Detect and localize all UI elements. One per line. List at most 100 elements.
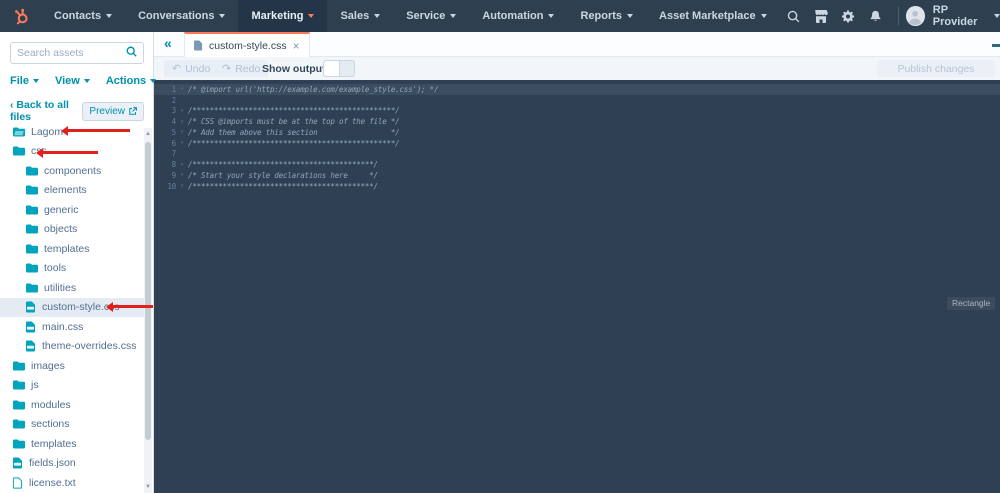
tree-item-label: utilities: [44, 281, 77, 294]
chevron-down-icon: [760, 14, 767, 18]
fold-caret-icon[interactable]: ▾: [176, 140, 188, 146]
tree-item-tools[interactable]: tools: [0, 259, 146, 279]
app-window: Contacts Conversations Marketing Sales Servi…: [0, 0, 1000, 493]
tree-item-label: license.txt: [29, 476, 76, 489]
tree-item-elements[interactable]: elements: [0, 181, 146, 201]
tree-item-fields-json[interactable]: fields.json: [0, 454, 146, 474]
tree-item-generic[interactable]: generic: [0, 200, 146, 220]
tree-item-label: fields.json: [29, 457, 76, 470]
tree-item-templates[interactable]: templates: [0, 239, 146, 259]
folder-icon: [13, 419, 25, 429]
file-txt-icon: [13, 477, 23, 489]
tree-item-license-txt[interactable]: license.txt: [0, 473, 146, 493]
tree-item-templates[interactable]: templates: [0, 434, 146, 454]
scroll-up-icon[interactable]: ▲: [144, 130, 152, 138]
tree-item-label: images: [31, 359, 65, 372]
scroll-down-icon[interactable]: ▼: [144, 483, 152, 491]
red-arrow-annotation-css: [36, 147, 98, 158]
back-to-files-link[interactable]: ‹ Back to all files: [10, 99, 82, 123]
tree-item-components[interactable]: components: [0, 161, 146, 181]
menu-file[interactable]: File: [10, 75, 39, 87]
user-menu[interactable]: RP Provider: [933, 4, 1000, 28]
nav-item-contacts[interactable]: Contacts: [41, 0, 125, 32]
fold-caret-icon[interactable]: ▾: [176, 119, 188, 125]
line-number: 8: [171, 160, 177, 170]
toggle-knob: [324, 61, 340, 76]
avatar[interactable]: [906, 6, 925, 26]
fold-caret-icon[interactable]: ▾: [176, 86, 188, 92]
code-line-5: 5 ▾/* Add them above this section */: [154, 127, 1000, 138]
tree-item-images[interactable]: images: [0, 356, 146, 376]
gear-icon[interactable]: [835, 0, 862, 32]
publish-changes-button[interactable]: Publish changes: [877, 60, 995, 77]
bell-icon[interactable]: [862, 0, 889, 32]
tree-item-label: main.css: [42, 320, 84, 333]
code-line-4: 4 ▾/* CSS @imports must be at the top of …: [154, 116, 1000, 127]
code-line-9: 9 ▾/* Start your style declarations here …: [154, 170, 1000, 181]
code-text: /* @import url('http://example.com/examp…: [188, 84, 439, 94]
fold-caret-icon[interactable]: ▾: [176, 183, 188, 189]
sidebar-scrollbar[interactable]: ▲ ▼: [144, 128, 152, 493]
menu-view[interactable]: View: [55, 75, 90, 87]
line-number: 6: [171, 138, 177, 148]
scrollbar-thumb[interactable]: [145, 142, 151, 440]
search-icon[interactable]: [126, 44, 137, 62]
code-editor[interactable]: 1 ▾/* @import url('http://example.com/exa…: [154, 80, 1000, 493]
redo-button[interactable]: ↷ Redo: [214, 60, 269, 77]
line-number: 7: [171, 149, 177, 159]
back-row: ‹ Back to all files Preview: [10, 99, 144, 123]
marketplace-icon[interactable]: [807, 0, 834, 32]
tree-item-objects[interactable]: objects: [0, 220, 146, 240]
line-number: 10: [167, 181, 176, 191]
nav-item-conversations[interactable]: Conversations: [125, 0, 238, 32]
code-text: /***************************************…: [188, 181, 378, 191]
nav-item-service[interactable]: Service: [393, 0, 469, 32]
editor-pane: « custom-style.css × ↶ Undo ↷ Redo Show …: [154, 32, 1000, 493]
folder-icon: [26, 224, 38, 234]
editor-toolbar: ↶ Undo ↷ Redo Show output i Publish chan…: [154, 57, 1000, 80]
show-output-toggle[interactable]: [323, 60, 355, 77]
fold-caret-icon[interactable]: ▾: [176, 172, 188, 178]
tree-item-main-css[interactable]: main.css: [0, 317, 146, 337]
tree-item-label: generic: [44, 203, 79, 216]
top-navigation: Contacts Conversations Marketing Sales Servi…: [0, 0, 1000, 32]
nav-item-asset-marketplace[interactable]: Asset Marketplace: [646, 0, 780, 32]
search-icon[interactable]: [780, 0, 807, 32]
hubspot-logo-icon[interactable]: [0, 0, 41, 32]
user-name: RP Provider: [932, 4, 978, 28]
preview-button[interactable]: Preview: [82, 101, 144, 121]
folder-icon: [13, 400, 25, 410]
fold-caret-icon[interactable]: ▾: [176, 162, 188, 168]
tree-item-modules[interactable]: modules: [0, 395, 146, 415]
undo-button[interactable]: ↶ Undo: [164, 60, 219, 77]
chevron-down-icon: [548, 14, 555, 18]
collapse-sidebar-icon[interactable]: «: [164, 35, 172, 51]
nav-divider: [897, 7, 899, 25]
code-text: /* Add them above this section */: [188, 127, 400, 137]
nav-item-reports[interactable]: Reports: [567, 0, 646, 32]
sidebar-menubar: File View Actions: [10, 75, 157, 87]
tree-item-js[interactable]: js: [0, 376, 146, 396]
nav-item-automation[interactable]: Automation: [469, 0, 567, 32]
search-input[interactable]: [17, 47, 126, 59]
menu-actions[interactable]: Actions: [106, 75, 157, 87]
nav-item-sales[interactable]: Sales: [327, 0, 393, 32]
tree-item-utilities[interactable]: utilities: [0, 278, 146, 298]
tree-item-sections[interactable]: sections: [0, 415, 146, 435]
tab-custom-style-css[interactable]: custom-style.css ×: [184, 32, 310, 57]
fold-caret-icon[interactable]: ▾: [176, 129, 188, 135]
fold-caret-icon[interactable]: ▾: [176, 108, 188, 114]
tree-item-theme-overrides-css[interactable]: theme-overrides.css: [0, 337, 146, 357]
code-text: /***************************************…: [188, 160, 378, 170]
folder-icon: [26, 185, 38, 195]
line-number: 4: [171, 117, 177, 127]
close-icon[interactable]: ×: [293, 40, 300, 52]
nav-item-marketing[interactable]: Marketing: [238, 0, 328, 32]
folder-icon: [26, 205, 38, 215]
tree-item-label: sections: [31, 418, 70, 431]
code-line-7: 7: [154, 149, 1000, 160]
tab-bar: « custom-style.css ×: [154, 32, 1000, 57]
file-icon: [194, 40, 203, 51]
code-text: /* Start your style declarations here */: [188, 170, 378, 180]
folder-icon: [13, 361, 25, 371]
